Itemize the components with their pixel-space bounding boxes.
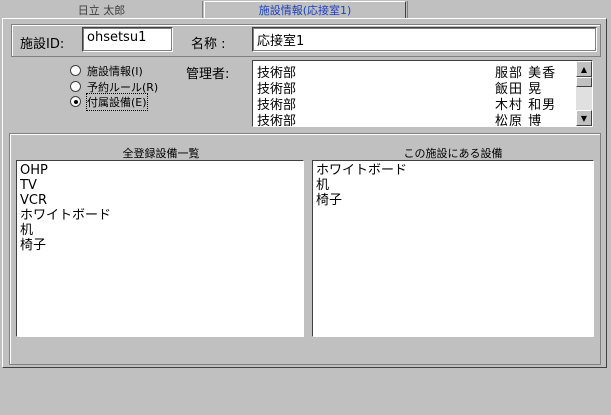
tab-strip: 日立 太郎 施設情報(応接室1) bbox=[0, 0, 611, 18]
manager-row[interactable]: 技術部 服部 美香 bbox=[257, 62, 577, 81]
radio-reservation-rules-label: 予約ルール(R) bbox=[87, 80, 159, 94]
list-item[interactable]: 椅子 bbox=[20, 238, 300, 253]
list-item[interactable]: 机 bbox=[20, 223, 300, 238]
list-item[interactable]: OHP bbox=[20, 163, 300, 178]
facility-id-label: 施設ID: bbox=[20, 37, 65, 52]
radio-facility-info[interactable]: 施設情報(I) bbox=[70, 63, 143, 78]
all-equipment-list[interactable]: OHP TV VCR ホワイトボード 机 椅子 bbox=[16, 160, 304, 337]
radio-reservation-rules[interactable]: 予約ルール(R) bbox=[70, 79, 158, 94]
list-item[interactable]: VCR bbox=[20, 193, 300, 208]
tab-user-label: 日立 太郎 bbox=[77, 3, 126, 17]
manager-scrollbar[interactable]: ▲ ▼ bbox=[576, 61, 592, 126]
radio-attached-equipment-button[interactable] bbox=[70, 96, 81, 107]
list-item[interactable]: TV bbox=[20, 178, 300, 193]
manager-row[interactable]: 技術部 松原 博 bbox=[257, 110, 577, 126]
tab-user[interactable]: 日立 太郎 bbox=[1, 1, 203, 18]
manager-list[interactable]: 技術部 服部 美香 技術部 飯田 晃 技術部 木村 和男 技術部 松原 博 ▲ … bbox=[252, 60, 593, 127]
manager-label: 管理者: bbox=[186, 67, 230, 82]
scroll-up-arrow-icon[interactable]: ▲ bbox=[576, 61, 592, 77]
radio-attached-equipment-label: 付属設備(E) bbox=[86, 92, 148, 111]
manager-dept: 技術部 bbox=[257, 114, 297, 127]
facility-name-label: 名称 : bbox=[191, 37, 226, 52]
radio-facility-info-label: 施設情報(I) bbox=[87, 64, 143, 78]
tab-facility-info-label: 施設情報(応接室1) bbox=[258, 4, 352, 17]
manager-row[interactable]: 技術部 木村 和男 bbox=[257, 94, 577, 113]
manager-name: 松原 博 bbox=[495, 114, 543, 127]
list-item[interactable]: 机 bbox=[316, 178, 590, 193]
tab-strip-spacer bbox=[407, 1, 611, 18]
facility-equipment-title: この施設にある設備 bbox=[403, 147, 503, 160]
list-item[interactable]: 椅子 bbox=[316, 193, 590, 208]
radio-facility-info-button[interactable] bbox=[70, 65, 81, 76]
tab-facility-info[interactable]: 施設情報(応接室1) bbox=[204, 1, 406, 18]
scroll-thumb[interactable] bbox=[576, 77, 592, 87]
radio-reservation-rules-button[interactable] bbox=[70, 81, 81, 92]
facility-id-field[interactable]: ohsetsu1 bbox=[82, 27, 173, 52]
scroll-down-arrow-icon[interactable]: ▼ bbox=[576, 110, 592, 126]
list-item[interactable]: ホワイトボード bbox=[316, 163, 590, 178]
radio-attached-equipment[interactable]: 付属設備(E) bbox=[70, 92, 148, 111]
list-item[interactable]: ホワイトボード bbox=[20, 208, 300, 223]
facility-name-field[interactable]: 応接室1 bbox=[252, 27, 597, 52]
facility-equipment-list[interactable]: ホワイトボード 机 椅子 bbox=[312, 160, 594, 337]
all-equipment-title: 全登録設備一覧 bbox=[122, 147, 200, 160]
equipment-group: 全登録設備一覧 OHP TV VCR ホワイトボード 机 椅子 この施設にある設… bbox=[9, 133, 601, 365]
manager-row[interactable]: 技術部 飯田 晃 bbox=[257, 78, 577, 97]
facility-header-group: 施設ID: ohsetsu1 名称 : 応接室1 bbox=[11, 24, 601, 57]
